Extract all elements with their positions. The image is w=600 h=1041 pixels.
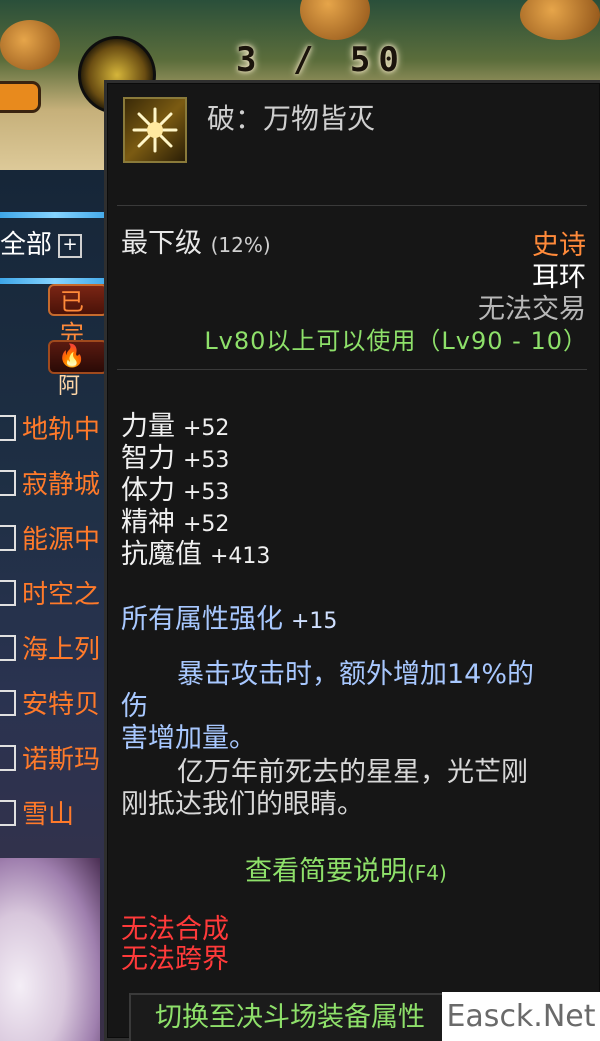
level-requirement: Lv80以上可以使用（Lv90 - 10） bbox=[204, 327, 588, 355]
cannot-cross: 无法跨界 bbox=[121, 944, 229, 975]
stat-row: 力量 +52 bbox=[121, 411, 230, 442]
stat-list: 力量 +52 智力 +53 体力 +53 精神 +52 抗魔值 +413 bbox=[121, 411, 270, 571]
item-name: 破：万物皆灭 bbox=[207, 102, 376, 135]
view-brief-link[interactable]: 查看简要说明(F4) bbox=[245, 849, 447, 888]
quest-item[interactable]: 雪山 bbox=[0, 785, 110, 840]
item-lore: 亿万年前死去的星星，光芒刚 刚抵达我们的眼睛。 bbox=[121, 757, 528, 820]
quest-bracket-icon bbox=[0, 744, 16, 771]
all-attribute-enhance: 所有属性强化 +15 bbox=[121, 604, 338, 635]
quest-list: 地轨中 寂静城 能源中 时空之 海上列 安特贝 诺斯玛 雪山 bbox=[0, 400, 110, 840]
quest-bracket-icon bbox=[0, 634, 16, 661]
quest-category-label: 阿 bbox=[58, 374, 81, 399]
character-portrait bbox=[0, 858, 100, 1041]
stat-row: 智力 +53 bbox=[121, 443, 230, 474]
watermark: Easck.Net bbox=[442, 992, 600, 1041]
item-tooltip: 破：万物皆灭 最下级 (12%) 史诗 耳环 无法交易 Lv80以上可以使用（L… bbox=[104, 80, 600, 1041]
filter-all-dropdown[interactable]: 全部 + bbox=[0, 224, 83, 261]
expand-icon[interactable]: + bbox=[58, 233, 83, 258]
quest-item[interactable]: 安特贝 bbox=[0, 675, 110, 730]
quest-item[interactable]: 诺斯玛 bbox=[0, 730, 110, 785]
quest-item[interactable]: 时空之 bbox=[0, 565, 110, 620]
burst-icon bbox=[132, 107, 178, 153]
divider bbox=[117, 205, 587, 206]
cannot-combine: 无法合成 bbox=[121, 914, 229, 945]
stat-row: 精神 +52 bbox=[121, 507, 230, 538]
quest-item[interactable]: 地轨中 bbox=[0, 400, 110, 455]
quest-bracket-icon bbox=[0, 579, 16, 606]
divider bbox=[117, 369, 587, 370]
quest-item[interactable]: 海上列 bbox=[0, 620, 110, 675]
lantern-decoration bbox=[300, 0, 370, 40]
quest-bracket-icon bbox=[0, 524, 16, 551]
item-grade: 最下级 (12%) bbox=[121, 221, 271, 260]
restriction-list: 无法合成 无法跨界 bbox=[121, 915, 229, 975]
completed-tab[interactable]: 已完 bbox=[48, 284, 108, 348]
stat-row: 体力 +53 bbox=[121, 475, 230, 506]
page-counter: 3 / 50 bbox=[236, 40, 407, 80]
item-effect: 暴击攻击时，额外增加14%的伤 害增加量。 bbox=[121, 659, 535, 754]
lantern-decoration bbox=[520, 0, 600, 40]
quest-category-tab[interactable]: 🔥阿 bbox=[48, 340, 108, 399]
quest-bracket-icon bbox=[0, 469, 16, 496]
lantern-decoration bbox=[0, 20, 60, 70]
quest-bracket-icon bbox=[0, 414, 16, 441]
scroll-handle[interactable] bbox=[0, 84, 38, 110]
filter-all-label: 全部 bbox=[0, 230, 53, 260]
quest-item[interactable]: 寂静城 bbox=[0, 455, 110, 510]
quest-bracket-icon bbox=[0, 689, 16, 716]
stat-row: 抗魔值 +413 bbox=[121, 539, 271, 570]
item-icon bbox=[123, 97, 187, 163]
quest-item[interactable]: 能源中 bbox=[0, 510, 110, 565]
grade-label: 最下级 bbox=[121, 228, 202, 259]
grade-percent: (12%) bbox=[210, 233, 271, 257]
fire-icon: 🔥 bbox=[58, 344, 86, 369]
panel-divider bbox=[0, 212, 110, 218]
quest-bracket-icon bbox=[0, 799, 16, 826]
